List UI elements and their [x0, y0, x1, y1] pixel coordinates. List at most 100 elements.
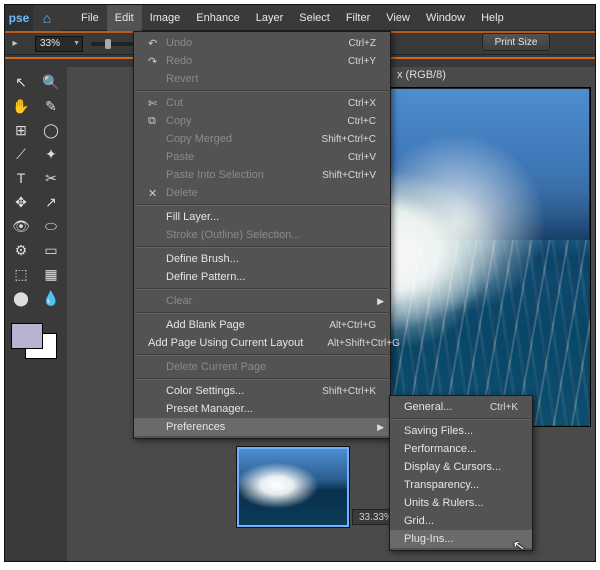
- menu-item-label: Units & Rulers...: [404, 497, 518, 509]
- tool-1[interactable]: 🔍: [37, 71, 65, 93]
- submenu-arrow-icon: ▶: [377, 296, 384, 307]
- menu-item-label: Add Blank Page: [166, 319, 305, 331]
- menu-item-label: Copy: [166, 115, 323, 127]
- menu-item-shortcut: Ctrl+Y: [348, 56, 376, 67]
- menu-edit[interactable]: Edit: [107, 5, 142, 31]
- tool-5[interactable]: ◯: [37, 119, 65, 141]
- menu-item-shortcut: Ctrl+K: [490, 402, 518, 413]
- color-swatches[interactable]: [11, 323, 57, 359]
- menu-separator: [135, 204, 389, 206]
- tool-13[interactable]: ⬭: [37, 215, 65, 237]
- tool-19[interactable]: 💧: [37, 287, 65, 309]
- home-icon: ⌂: [43, 10, 51, 26]
- menu-item-label: Plug-Ins...: [404, 533, 518, 545]
- tool-0[interactable]: ↖: [7, 71, 35, 93]
- menu-item-shortcut: Ctrl+C: [347, 116, 376, 127]
- menu-item-transparency[interactable]: Transparency...: [390, 476, 532, 494]
- menu-glyph-icon: ⧉: [148, 115, 166, 128]
- tool-16[interactable]: ⬚: [7, 263, 35, 285]
- menu-item-copy: ⧉Copy Ctrl+C: [134, 112, 390, 130]
- zoom-slider-thumb[interactable]: [105, 39, 111, 49]
- tool-12[interactable]: 👁: [7, 215, 35, 237]
- menu-window[interactable]: Window: [418, 5, 473, 31]
- print-size-button[interactable]: Print Size: [482, 33, 550, 51]
- menu-item-grid[interactable]: Grid...: [390, 512, 532, 530]
- titlebar: pse ⌂ FileEditImageEnhanceLayerSelectFil…: [5, 5, 595, 31]
- menu-item-undo: ↶UndoCtrl+Z: [134, 34, 390, 52]
- menu-item-label: Fill Layer...: [166, 211, 376, 223]
- menu-item-label: Delete Current Page: [166, 361, 376, 373]
- menu-help[interactable]: Help: [473, 5, 512, 31]
- tool-7[interactable]: ✦: [37, 143, 65, 165]
- menu-item-fill-layer[interactable]: Fill Layer...: [134, 208, 390, 226]
- menu-item-label: Display & Cursors...: [404, 461, 518, 473]
- preferences-submenu: General...Ctrl+K Saving Files... Performan…: [389, 395, 533, 551]
- menu-item-label: Paste Into Selection: [166, 169, 298, 181]
- menu-enhance[interactable]: Enhance: [188, 5, 247, 31]
- menu-item-label: Revert: [166, 73, 376, 85]
- menu-item-performance[interactable]: Performance...: [390, 440, 532, 458]
- zoom-field[interactable]: 33% ▼: [35, 36, 83, 52]
- tool-panel: ↖🔍✋✎⊞◯⟋✦T✂✥↗👁⬭⚙▭⬚▦⬤💧: [5, 67, 67, 561]
- menu-item-add-blank-page[interactable]: Add Blank Page Alt+Ctrl+G: [134, 316, 390, 334]
- menu-item-general[interactable]: General...Ctrl+K: [390, 398, 532, 416]
- menu-item-cut: ✄CutCtrl+X: [134, 94, 390, 112]
- menu-view[interactable]: View: [378, 5, 418, 31]
- menu-item-label: Paste: [166, 151, 324, 163]
- foreground-color-swatch[interactable]: [11, 323, 43, 349]
- menu-item-delete: ✕Delete: [134, 184, 390, 202]
- tool-15[interactable]: ▭: [37, 239, 65, 261]
- menu-select[interactable]: Select: [291, 5, 338, 31]
- menu-item-shortcut: Alt+Ctrl+G: [329, 320, 376, 331]
- menu-item-label: Cut: [166, 97, 324, 109]
- cursor-icon: ↖: [512, 536, 527, 555]
- tool-6[interactable]: ⟋: [7, 143, 35, 165]
- submenu-arrow-icon: ▶: [377, 422, 384, 433]
- menu-item-preset-manager[interactable]: Preset Manager...: [134, 400, 390, 418]
- tool-4[interactable]: ⊞: [7, 119, 35, 141]
- menu-item-shortcut: Shift+Ctrl+K: [322, 386, 376, 397]
- menu-item-shortcut: Ctrl+V: [348, 152, 376, 163]
- tool-8[interactable]: T: [7, 167, 35, 189]
- menu-item-saving-files[interactable]: Saving Files...: [390, 422, 532, 440]
- tool-9[interactable]: ✂: [37, 167, 65, 189]
- menu-layer[interactable]: Layer: [248, 5, 292, 31]
- tool-14[interactable]: ⚙: [7, 239, 35, 261]
- menu-item-label: Undo: [166, 37, 325, 49]
- menu-item-add-page-using-current-layout[interactable]: Add Page Using Current LayoutAlt+Shift+C…: [134, 334, 390, 352]
- menu-item-shortcut: Alt+Shift+Ctrl+G: [327, 338, 400, 349]
- menu-item-define-pattern[interactable]: Define Pattern...: [134, 268, 390, 286]
- menu-separator: [391, 418, 531, 420]
- menu-item-label: Redo: [166, 55, 324, 67]
- tool-11[interactable]: ↗: [37, 191, 65, 213]
- menu-item-color-settings[interactable]: Color Settings... Shift+Ctrl+K: [134, 382, 390, 400]
- menu-item-label: Add Page Using Current Layout: [148, 337, 303, 349]
- menu-file[interactable]: File: [73, 5, 107, 31]
- tool-10[interactable]: ✥: [7, 191, 35, 213]
- menu-separator: [135, 312, 389, 314]
- menu-separator: [135, 354, 389, 356]
- menu-item-shortcut: Ctrl+X: [348, 98, 376, 109]
- menu-item-display-cursors[interactable]: Display & Cursors...: [390, 458, 532, 476]
- menu-item-label: Saving Files...: [404, 425, 518, 437]
- app-window: pse ⌂ FileEditImageEnhanceLayerSelectFil…: [4, 4, 596, 562]
- tool-2[interactable]: ✋: [7, 95, 35, 117]
- tool-17[interactable]: ▦: [37, 263, 65, 285]
- menu-item-label: Performance...: [404, 443, 518, 455]
- menu-item-label: Transparency...: [404, 479, 518, 491]
- tool-18[interactable]: ⬤: [7, 287, 35, 309]
- menu-image[interactable]: Image: [142, 5, 189, 31]
- menu-item-label: Color Settings...: [166, 385, 298, 397]
- tool-3[interactable]: ✎: [37, 95, 65, 117]
- menu-item-label: Grid...: [404, 515, 518, 527]
- options-twirl-icon[interactable]: ▸: [9, 38, 21, 49]
- menu-glyph-icon: ✕: [148, 187, 166, 200]
- menu-item-define-brush[interactable]: Define Brush...: [134, 250, 390, 268]
- menu-item-plug-ins[interactable]: Plug-Ins...: [390, 530, 532, 548]
- project-thumbnail[interactable]: [237, 447, 349, 527]
- home-button[interactable]: ⌂: [33, 5, 61, 31]
- menu-item-shortcut: Ctrl+Z: [349, 38, 377, 49]
- menu-filter[interactable]: Filter: [338, 5, 378, 31]
- menu-item-units-rulers[interactable]: Units & Rulers...: [390, 494, 532, 512]
- menu-item-preferences[interactable]: Preferences▶: [134, 418, 390, 436]
